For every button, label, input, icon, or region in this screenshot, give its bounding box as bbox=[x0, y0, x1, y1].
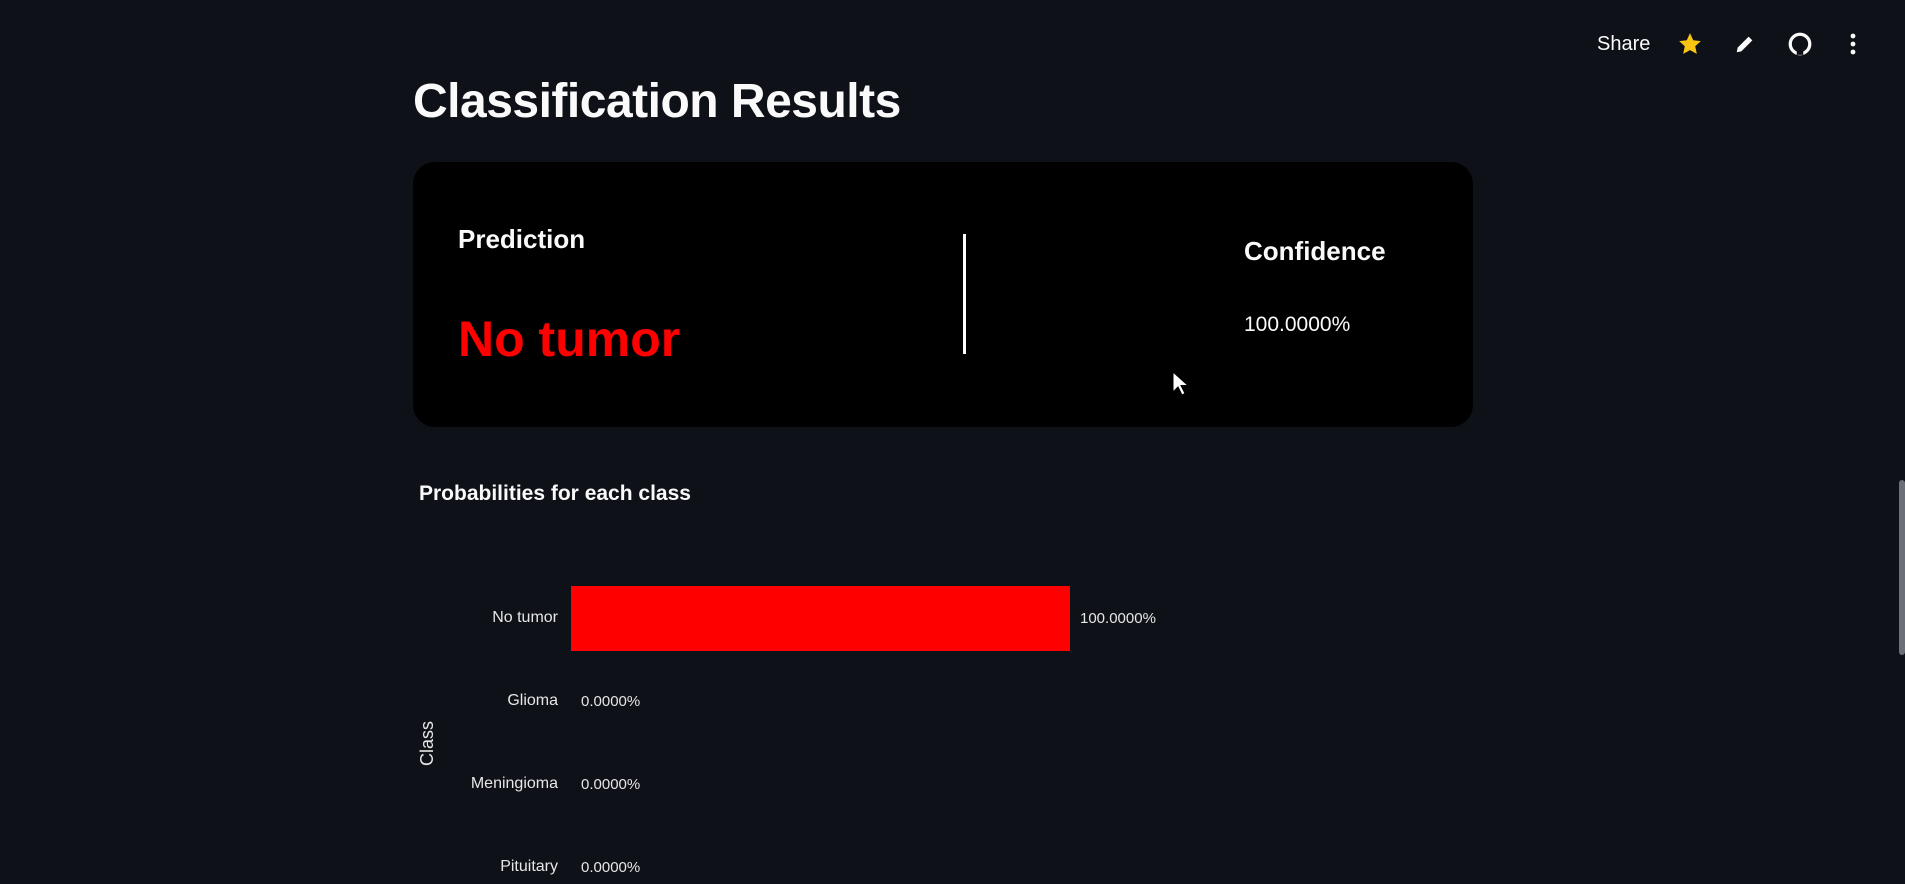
more-vertical-icon[interactable] bbox=[1839, 30, 1867, 58]
category-label: Meningioma bbox=[470, 774, 558, 792]
page-title: Classification Results bbox=[413, 75, 901, 128]
confidence-value: 100.0000% bbox=[1244, 313, 1351, 336]
category-label: Pituitary bbox=[500, 857, 558, 875]
data-label: 0.0000% bbox=[581, 692, 641, 710]
pencil-icon[interactable] bbox=[1731, 30, 1759, 58]
divider bbox=[963, 234, 966, 354]
category-label: No tumor bbox=[492, 608, 558, 626]
result-card: Prediction No tumor Confidence 100.0000% bbox=[413, 162, 1473, 427]
prediction-label: Prediction bbox=[458, 224, 586, 254]
chart-title: Probabilities for each class bbox=[419, 482, 691, 505]
y-axis-label: Class bbox=[417, 720, 438, 767]
data-label: 0.0000% bbox=[581, 775, 641, 793]
data-label: 100.0000% bbox=[1080, 609, 1156, 627]
scrollbar[interactable] bbox=[1899, 480, 1905, 655]
confidence-label: Confidence bbox=[1244, 236, 1386, 266]
prediction-value: No tumor bbox=[458, 311, 681, 367]
category-label: Glioma bbox=[507, 691, 558, 709]
github-icon[interactable] bbox=[1786, 30, 1814, 58]
share-button[interactable]: Share bbox=[1597, 33, 1650, 56]
star-icon[interactable] bbox=[1676, 30, 1704, 58]
data-label: 0.0000% bbox=[581, 858, 641, 876]
bar bbox=[571, 586, 1070, 651]
mouse-cursor-icon bbox=[1172, 370, 1190, 402]
